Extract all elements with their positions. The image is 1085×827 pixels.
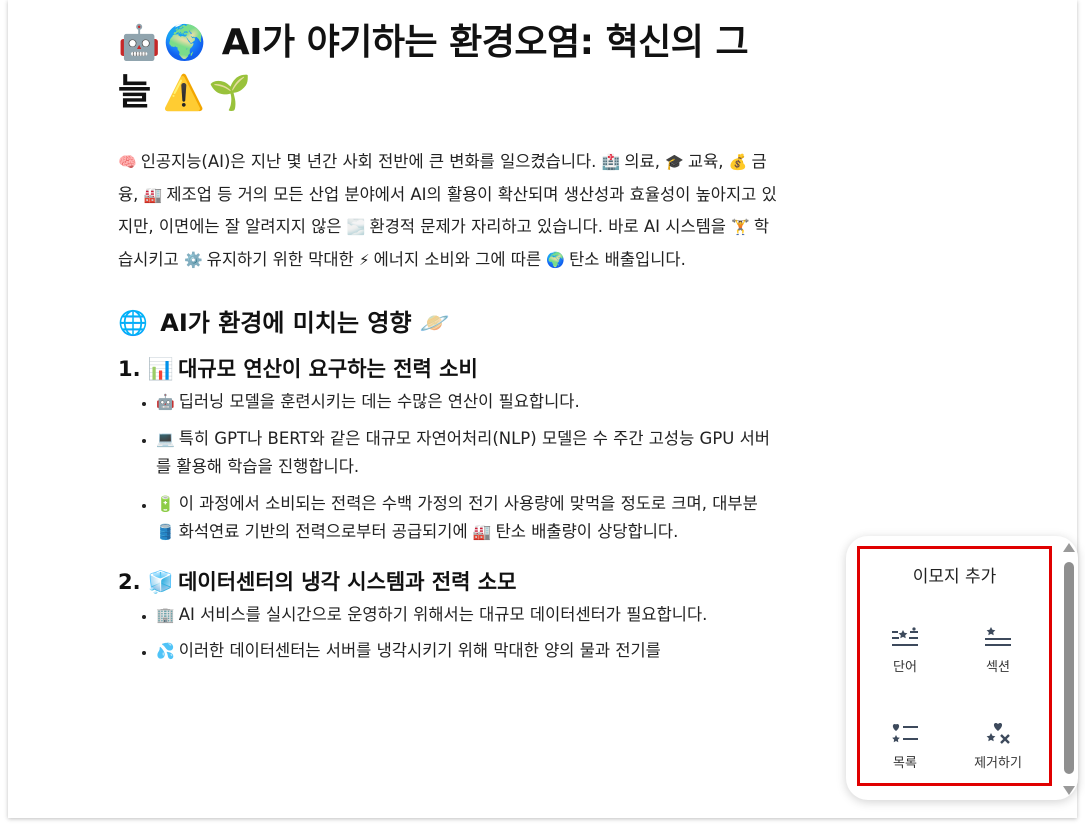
intro-text: 교육, bbox=[687, 152, 724, 171]
globe-emoji-icon: 🌍 bbox=[546, 250, 566, 269]
intro-text: 유지하기 위한 막대한 bbox=[206, 249, 354, 269]
document-body: 🤖 🌍 AI가 야기하는 환경오염: 혁신의 그늘 ⚠️ 🌱 🧠 인공지능(AI)은 … bbox=[118, 18, 778, 674]
list-item-text: 이 과정에서 소비되는 전력은 수백 가정의 전기 사용량에 맞먹을 정도로 크… bbox=[178, 493, 758, 513]
oil-drum-emoji-icon: 🛢️ bbox=[156, 523, 175, 541]
gear-emoji-icon: ⚙️ bbox=[183, 250, 203, 269]
list-item-text: 이러한 데이터센터는 서버를 냉각시키기 위해 막대한 양의 물과 전기를 bbox=[178, 641, 661, 660]
section-heading-text: AI가 환경에 미치는 영향 bbox=[160, 309, 412, 337]
add-word-emoji-label: 단어 bbox=[893, 660, 917, 675]
subsection-title: 대규모 연산이 요구하는 전력 소비 bbox=[178, 357, 478, 381]
intro-text: 환경적 문제가 자리하고 있습니다. 바로 AI 시스템을 bbox=[369, 217, 726, 236]
laptop-emoji-icon: 💻 bbox=[156, 429, 175, 448]
hospital-emoji-icon: 🏥 bbox=[601, 153, 621, 171]
remove-emoji-button[interactable]: 제거하기 bbox=[953, 722, 1043, 771]
list-item: 🏢AI 서비스를 실시간으로 운영하기 위해서는 대규모 데이터센터가 필요합니… bbox=[156, 601, 778, 630]
factory-emoji-icon: 🏭 bbox=[472, 523, 492, 541]
money-bag-emoji-icon: 💰 bbox=[728, 153, 748, 171]
list-item: 🔋이 과정에서 소비되는 전력은 수백 가정의 전기 사용량에 맞먹을 정도로 … bbox=[156, 490, 778, 547]
list-item: 💦이러한 데이터센터는 서버를 냉각시키기 위해 막대한 양의 물과 전기를 bbox=[156, 637, 778, 666]
intro-text: 탄소 배출입니다. bbox=[569, 249, 686, 269]
list-item: 🤖딥러닝 모델을 훈련시키는 데는 수많은 연산이 필요합니다. bbox=[156, 388, 778, 417]
intro-text: 에너지 소비와 그에 따른 bbox=[373, 249, 542, 269]
add-word-emoji-button[interactable]: 단어 bbox=[860, 626, 950, 675]
list-item-text: 화석연료 기반의 전력으로부터 공급되기에 bbox=[178, 522, 468, 541]
intro-text: 의료, bbox=[624, 152, 660, 171]
section-heading: 🌐 AI가 환경에 미치는 영향 🪐 bbox=[118, 306, 778, 340]
emoji-panel-title: 이모지 추가 bbox=[912, 567, 997, 587]
scrollbar-thumb[interactable] bbox=[1064, 562, 1074, 774]
brain-emoji-icon: 🧠 bbox=[118, 153, 137, 171]
subsection-title: 데이터센터의 냉각 시스템과 전력 소모 bbox=[178, 569, 517, 594]
add-section-emoji-label: 섹션 bbox=[986, 660, 1010, 675]
factory-emoji-icon: 🏭 bbox=[143, 185, 163, 204]
subsection-number: 2. bbox=[118, 569, 141, 594]
subsection-heading-1: 1. 📊 대규모 연산이 요구하는 전력 소비 bbox=[118, 352, 778, 386]
word-emoji-icon bbox=[892, 627, 918, 646]
remove-emoji-icon bbox=[986, 723, 1010, 744]
list-item: 💻특히 GPT나 BERT와 같은 대규모 자연어처리(NLP) 모델은 수 주… bbox=[156, 425, 778, 482]
fog-emoji-icon: 🌫️ bbox=[346, 218, 366, 236]
battery-emoji-icon: 🔋 bbox=[156, 494, 175, 513]
office-building-emoji-icon: 🏢 bbox=[156, 605, 175, 624]
add-section-emoji-button[interactable]: 섹션 bbox=[953, 626, 1043, 675]
planet-emoji-icon: 🪐 bbox=[419, 309, 450, 337]
robot-emoji-icon: 🤖 bbox=[156, 393, 175, 411]
water-droplets-emoji-icon: 💦 bbox=[156, 642, 175, 660]
globe-emoji-icon: 🌍 bbox=[163, 23, 206, 63]
list-item-text: 딥러닝 모델을 훈련시키는 데는 수많은 연산이 필요합니다. bbox=[178, 392, 580, 411]
remove-emoji-label: 제거하기 bbox=[974, 756, 1022, 771]
intro-text: 인공지능(AI)은 지난 몇 년간 사회 전반에 큰 변화를 일으켰습니다. bbox=[140, 152, 597, 171]
list-item-text: 탄소 배출량이 상당합니다. bbox=[495, 522, 679, 541]
warning-emoji-icon: ⚠️ bbox=[162, 73, 205, 113]
ice-cube-emoji-icon: 🧊 bbox=[147, 569, 175, 594]
add-list-emoji-label: 목록 bbox=[893, 756, 917, 771]
page-title: 🤖 🌍 AI가 야기하는 환경오염: 혁신의 그늘 ⚠️ 🌱 bbox=[118, 18, 778, 118]
add-list-emoji-button[interactable]: 목록 bbox=[860, 722, 950, 771]
bullet-list: 🏢AI 서비스를 실시간으로 운영하기 위해서는 대규모 데이터센터가 필요합니… bbox=[118, 601, 778, 666]
scroll-up-arrow-icon[interactable] bbox=[1063, 543, 1075, 552]
list-item-text: AI 서비스를 실시간으로 운영하기 위해서는 대규모 데이터센터가 필요합니다… bbox=[178, 604, 708, 624]
graduation-cap-emoji-icon: 🎓 bbox=[665, 153, 684, 171]
intro-paragraph: 🧠 인공지능(AI)은 지난 몇 년간 사회 전반에 큰 변화를 일으켰습니다. … bbox=[118, 146, 778, 276]
weightlifter-emoji-icon: 🏋️ bbox=[731, 218, 750, 236]
list-emoji-icon bbox=[892, 724, 918, 743]
section-emoji-icon bbox=[985, 627, 1011, 646]
bar-chart-emoji-icon: 📊 bbox=[147, 357, 175, 381]
robot-emoji-icon: 🤖 bbox=[118, 23, 160, 63]
subsection-heading-2: 2. 🧊 데이터센터의 냉각 시스템과 전력 소모 bbox=[118, 565, 778, 599]
lightning-emoji-icon: ⚡ bbox=[359, 250, 370, 269]
bullet-list: 🤖딥러닝 모델을 훈련시키는 데는 수많은 연산이 필요합니다. 💻특히 GPT… bbox=[118, 388, 778, 547]
globe-meridians-emoji-icon: 🌐 bbox=[118, 309, 148, 337]
subsection-number: 1. bbox=[118, 357, 141, 381]
scroll-down-arrow-icon[interactable] bbox=[1063, 786, 1075, 795]
seedling-emoji-icon: 🌱 bbox=[208, 73, 251, 113]
list-item-text: 특히 GPT나 BERT와 같은 대규모 자연어처리(NLP) 모델은 수 주간… bbox=[156, 428, 770, 477]
